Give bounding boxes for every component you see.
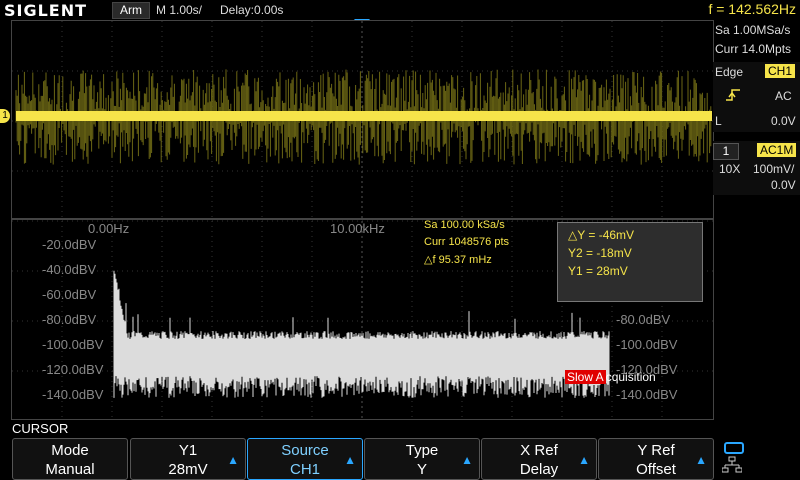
ch1-offset-marker[interactable]: 1 <box>0 109 10 123</box>
cursor-y1: Y1 = 28mV <box>568 264 628 278</box>
fft-left-scale-label: -20.0dBV <box>42 237 97 252</box>
trigger-type: Edge <box>715 65 744 79</box>
menu-title: CURSOR <box>12 421 69 436</box>
delay-readout[interactable]: Delay:0.00s <box>220 3 283 17</box>
fft-left-scale-label: -120.0dBV <box>42 362 104 377</box>
up-arrow-icon: ▲ <box>578 453 590 467</box>
fft-left-scale-label: -80.0dBV <box>42 312 97 327</box>
slow-acquisition-indicator: Slow Acquisition <box>565 370 656 384</box>
trigger-level-label: L <box>715 114 722 128</box>
channel-offset: 0.0V <box>771 178 796 192</box>
fft-points: Curr 1048576 pts <box>424 236 509 248</box>
channel-number: 1 <box>713 143 739 160</box>
sample-rate: Sa 1.00MSa/s <box>715 23 791 37</box>
up-arrow-icon: ▲ <box>695 453 707 467</box>
fft-x-start-label: 0.00Hz <box>88 221 130 236</box>
network-icon <box>721 456 743 474</box>
softkey-type[interactable]: Type Y ▲ <box>364 438 480 480</box>
cursor-delta-y: △Y = -46mV <box>568 228 635 242</box>
fft-delta-f: △f 95.37 mHz <box>424 254 492 266</box>
status-icons <box>716 438 800 478</box>
softkey-x-ref[interactable]: X Ref Delay ▲ <box>481 438 597 480</box>
channel-coupling-badge: AC1M <box>757 143 797 157</box>
usb-icon <box>724 442 744 454</box>
channel1-panel[interactable]: 1 AC1M 10X 100mV/ 0.0V <box>713 141 800 195</box>
softkey-label: Mode <box>51 442 89 459</box>
trigger-level: 0.0V <box>771 114 796 128</box>
softkey-value: Manual <box>45 461 95 478</box>
fft-right-scale-label: -100.0dBV <box>616 337 678 352</box>
fft-sample-rate: Sa 100.00 kSa/s <box>424 219 505 231</box>
acquisition-status: Arm <box>112 2 150 19</box>
waveform-display[interactable]: 0.00Hz 10.00kHz -20.0dBV -40.0dBV -60.0dBV… <box>11 20 714 420</box>
timebase-readout[interactable]: M 1.00s/ <box>156 3 202 17</box>
up-arrow-icon: ▲ <box>461 453 473 467</box>
fft-right-scale-label: -140.0dBV <box>616 387 678 402</box>
ch1-trace <box>16 111 712 121</box>
up-arrow-icon: ▲ <box>344 453 356 467</box>
cursor-y2: Y2 = -18mV <box>568 246 632 260</box>
probe-ratio: 10X <box>719 162 741 176</box>
slow-acq-warning: Slow A <box>565 370 606 384</box>
softkey-y1[interactable]: Y1 28mV ▲ <box>130 438 246 480</box>
volts-per-div: 100mV/ <box>753 162 795 176</box>
softkey-source[interactable]: Source CH1 ▲ <box>247 438 363 480</box>
trigger-source-badge: CH1 <box>765 64 796 78</box>
fft-right-scale-label: -80.0dBV <box>616 312 671 327</box>
softkey-mode[interactable]: Mode Manual <box>12 438 128 480</box>
fft-left-scale-label: -60.0dBV <box>42 287 97 302</box>
trigger-coupling: AC <box>775 89 792 103</box>
fft-left-scale-label: -40.0dBV <box>42 262 97 277</box>
brand-logo: SIGLENT <box>4 1 88 20</box>
trigger-panel[interactable]: Edge CH1 AC L 0.0V <box>713 62 800 132</box>
frequency-readout: f = 142.562Hz <box>708 1 796 17</box>
rising-edge-icon <box>725 88 741 102</box>
waveform-traces <box>15 69 712 398</box>
top-status-bar: SIGLENT Arm M 1.00s/ Delay:0.00s f = 142… <box>0 0 800 20</box>
cursor-measurement-box: △Y = -46mV Y2 = -18mV Y1 = 28mV <box>557 222 703 302</box>
right-info-panel: Sa 1.00MSa/s Curr 14.0Mpts Edge CH1 AC L… <box>713 20 800 418</box>
fft-x-mid-label: 10.00kHz <box>330 221 385 236</box>
memory-depth: Curr 14.0Mpts <box>715 42 792 56</box>
fft-left-scale-label: -100.0dBV <box>42 337 104 352</box>
up-arrow-icon: ▲ <box>227 453 239 467</box>
slow-acq-rest: cquisition <box>605 370 656 384</box>
fft-left-scale-label: -140.0dBV <box>42 387 104 402</box>
fft-spectrum-trace <box>113 270 610 398</box>
softkey-y-ref[interactable]: Y Ref Offset ▲ <box>598 438 714 480</box>
